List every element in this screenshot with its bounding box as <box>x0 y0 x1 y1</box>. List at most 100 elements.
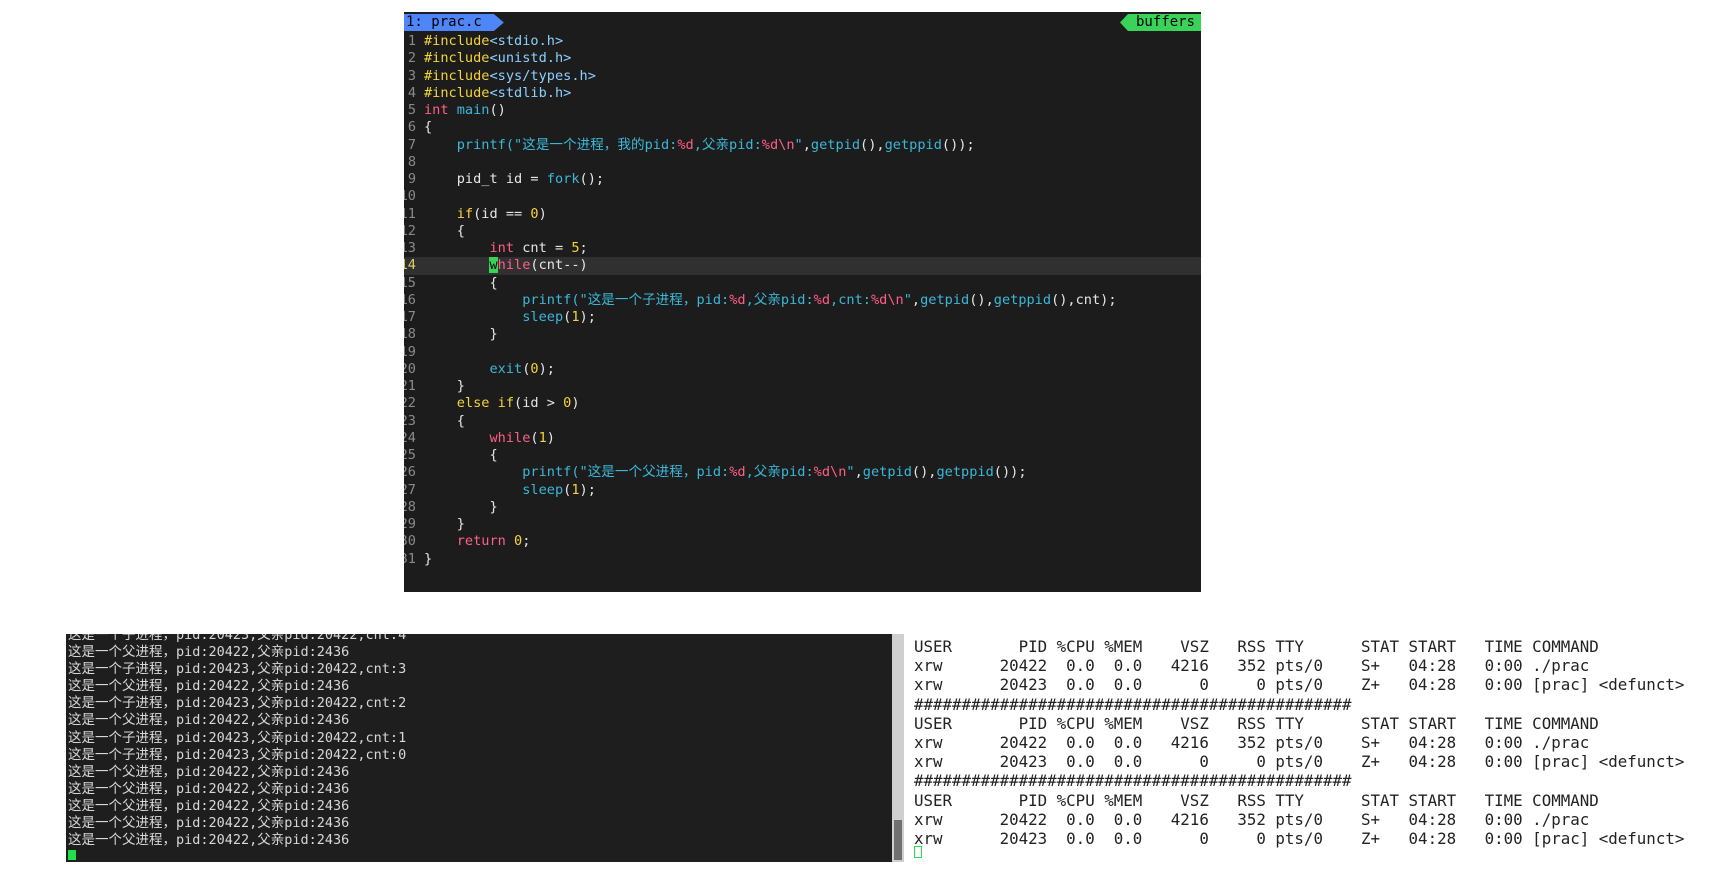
code-text: #include<unistd.h> <box>424 50 571 67</box>
code-token: ("这是一个子进程，pid: <box>571 291 730 308</box>
line-number: 3 <box>407 67 416 84</box>
code-line[interactable]: 8 <box>404 154 1201 171</box>
tab-prac-c[interactable]: 1: prac.c <box>404 14 504 31</box>
code-line[interactable]: 25 { <box>404 447 1201 464</box>
code-token: ; <box>579 240 588 256</box>
code-editor[interactable]: 1: prac.c buffers 1 #include<stdio.h> 2 #in… <box>404 12 1201 592</box>
line-number: 2 <box>407 50 416 67</box>
code-text: { <box>424 275 497 292</box>
code-token: { <box>424 119 433 136</box>
code-line[interactable]: 7 printf("这是一个进程，我的pid:%d,父亲pid:%d\n",ge… <box>404 137 1201 154</box>
ps-output-line: xrw 20423 0.0 0.0 0 0 pts/0 Z+ 04:28 0:0… <box>914 828 1685 848</box>
code-line[interactable]: 15 { <box>404 275 1201 292</box>
code-line[interactable]: 17 sleep(1); <box>404 309 1201 326</box>
code-line[interactable]: 4 #include<stdlib.h> <box>404 85 1201 102</box>
code-token: %d <box>729 291 746 308</box>
code-text: if(id == 0) <box>424 206 547 223</box>
editor-cursor: w <box>489 257 498 274</box>
line-number: 28 <box>404 498 416 515</box>
code-token: ("这是一个进程，我的pid: <box>505 136 678 153</box>
code-line[interactable]: 2 #include<unistd.h> <box>404 50 1201 67</box>
code-line[interactable]: 16 printf("这是一个子进程，pid:%d,父亲pid:%d,cnt:%… <box>404 292 1201 309</box>
line-number: 7 <box>407 136 416 153</box>
code-text: printf("这是一个父进程，pid:%d,父亲pid:%d\n",getpi… <box>424 464 1026 481</box>
code-line[interactable]: 29 } <box>404 516 1201 533</box>
code-token: <stdio.h> <box>489 33 564 49</box>
code-text: sleep(1); <box>424 309 596 326</box>
program-output-terminal[interactable]: 这是一个子进程，pid:20423,父亲pid:20422,cnt:4 这是一个父… <box>66 634 892 862</box>
terminal-scrollbar[interactable] <box>892 634 904 862</box>
code-line[interactable]: 22 else if(id > 0) <box>404 395 1201 412</box>
code-token: ,父亲pid: <box>745 464 814 481</box>
code-token: return <box>456 533 506 550</box>
code-token: hile <box>497 257 531 274</box>
code-token: 0 <box>530 360 539 377</box>
code-token: } <box>424 378 465 394</box>
code-token: () <box>489 102 506 118</box>
code-token: , <box>911 291 921 308</box>
line-number: 15 <box>404 274 416 291</box>
code-line[interactable]: 1 #include<stdio.h> <box>404 33 1201 50</box>
ps-output-line: ########################################… <box>914 771 1352 791</box>
line-number: 19 <box>404 343 416 360</box>
code-line[interactable]: 5 int main() <box>404 102 1201 119</box>
ps-output-terminal[interactable]: USER PID %CPU %MEM VSZ RSS TTY STAT STAR… <box>904 634 1734 862</box>
code-text: return 0; <box>424 533 531 550</box>
line-number: 23 <box>404 412 416 429</box>
code-area[interactable]: 1 #include<stdio.h> 2 #include<unistd.h> 3 #i… <box>404 33 1201 568</box>
code-token: <stdlib.h> <box>489 84 572 101</box>
code-token: { <box>424 222 465 239</box>
line-number: 13 <box>404 240 416 256</box>
line-number: 27 <box>404 481 416 498</box>
code-token: " <box>903 291 912 308</box>
code-text: { <box>424 447 497 464</box>
terminal-cursor <box>914 846 922 858</box>
code-line[interactable]: 21 } <box>404 378 1201 395</box>
code-token: printf <box>456 136 506 153</box>
line-number: 26 <box>404 464 416 481</box>
code-line[interactable]: 31} <box>404 551 1201 568</box>
terminal-cursor <box>68 850 76 860</box>
code-line[interactable]: 11 if(id == 0) <box>404 206 1201 223</box>
code-line[interactable]: 13 int cnt = 5; <box>404 240 1201 257</box>
code-token: (id > <box>514 395 564 412</box>
code-line[interactable]: 9 pid_t id = fork(); <box>404 171 1201 188</box>
code-line[interactable]: 20 exit(0); <box>404 361 1201 378</box>
code-line[interactable]: 27 sleep(1); <box>404 482 1201 499</box>
code-line[interactable]: 24 while(1) <box>404 430 1201 447</box>
code-line[interactable]: 30 return 0; <box>404 533 1201 550</box>
code-text: } <box>424 326 497 343</box>
code-token: ); <box>579 309 596 325</box>
code-token: } <box>424 498 498 515</box>
code-line[interactable]: 23 { <box>404 413 1201 430</box>
code-token: " <box>846 464 855 481</box>
code-token: %d\n <box>813 464 847 481</box>
code-line[interactable]: 19 <box>404 344 1201 361</box>
code-line[interactable]: 3 #include<sys/types.h> <box>404 68 1201 85</box>
code-token: (id == <box>473 205 531 222</box>
code-line[interactable]: 18 } <box>404 326 1201 343</box>
code-text: { <box>424 223 465 240</box>
code-line[interactable]: 6{ <box>404 119 1201 136</box>
code-token: { <box>424 412 465 429</box>
code-token: printf <box>522 464 572 481</box>
code-line[interactable]: 28 } <box>404 499 1201 516</box>
code-token: <unistd.h> <box>489 50 572 67</box>
tab-line: 1: prac.c buffers <box>404 12 1201 32</box>
line-number: 21 <box>404 378 416 394</box>
code-text: exit(0); <box>424 361 555 378</box>
line-number: 6 <box>407 119 416 136</box>
terminal-output-line: 这是一个子进程，pid:20423,父亲pid:20422,cnt:0 <box>68 746 407 763</box>
code-token: ( <box>530 429 539 446</box>
code-token: ("这是一个父进程，pid: <box>571 464 730 481</box>
code-token: main <box>456 102 490 118</box>
scrollbar-thumb[interactable] <box>894 820 902 860</box>
code-line[interactable]: 26 printf("这是一个父进程，pid:%d,父亲pid:%d\n",ge… <box>404 464 1201 481</box>
code-token: while <box>489 429 531 446</box>
code-line[interactable]: 12 { <box>404 223 1201 240</box>
code-token: (cnt--) <box>530 257 588 274</box>
code-line[interactable]: 14 while(cnt--) <box>404 257 1201 275</box>
code-line[interactable]: 10 <box>404 188 1201 205</box>
